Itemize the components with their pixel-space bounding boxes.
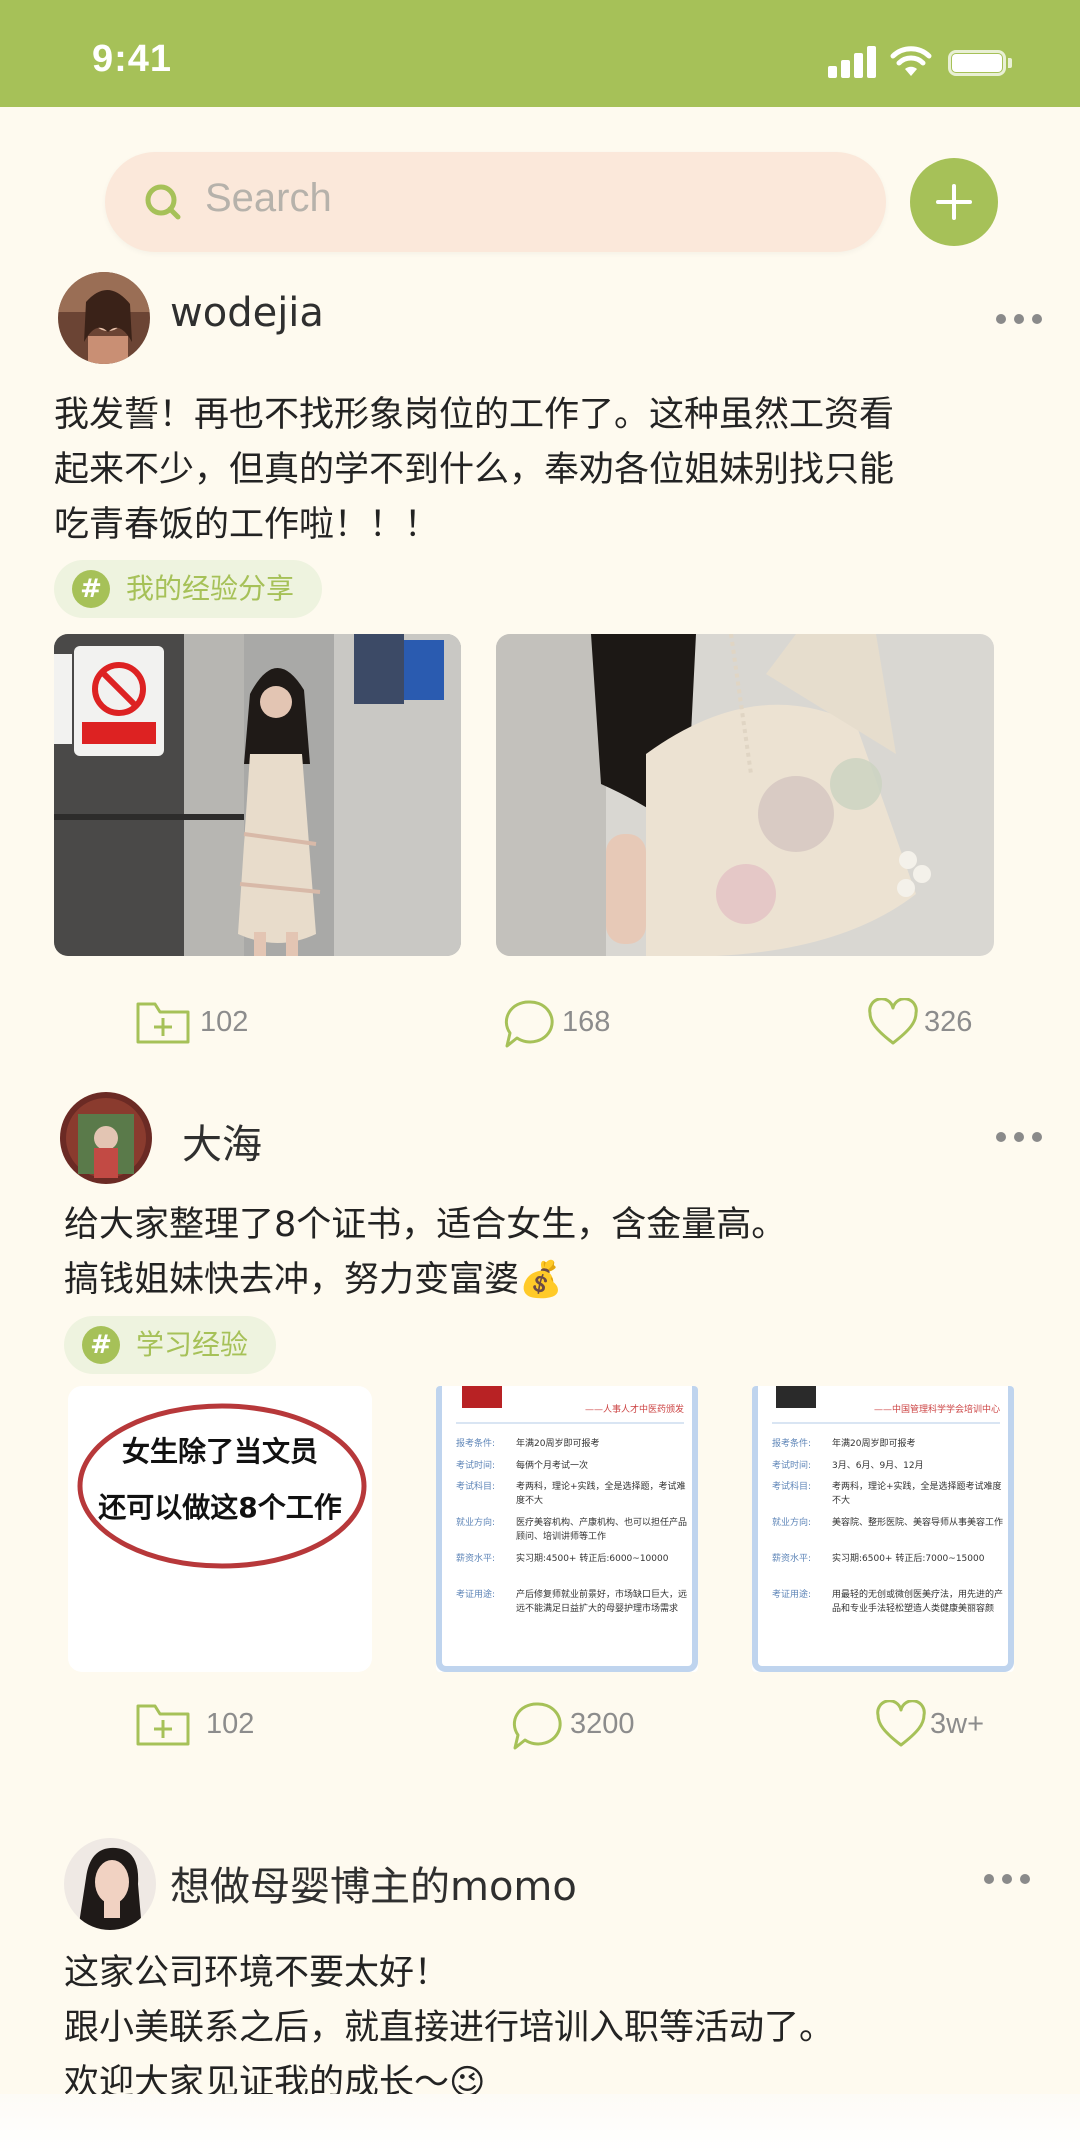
topic-tag[interactable]: # 学习经验 [64, 1316, 277, 1374]
like-button[interactable]: 3w+ [874, 1700, 994, 1750]
doc-header: ——人事人才中医药颁发 [584, 1405, 684, 1415]
comment-icon [504, 1000, 554, 1048]
avatar[interactable] [60, 1092, 152, 1184]
avatar[interactable] [64, 1838, 156, 1930]
post-photo[interactable]: 女生除了当文员 还可以做这8个工作 [68, 1386, 372, 1672]
save-count: 102 [206, 1708, 255, 1740]
hashtag-icon: # [82, 1326, 120, 1364]
post-text: 我发誓！再也不找形象岗位的工作了。这种虽然工资看 起来不少，但真的学不到什么，奉… [54, 395, 895, 545]
doc-row-value: 考两科，理论+实践，全是选择题考试难度不大 [832, 1482, 1002, 1506]
doc-row-label: 考试科目: [772, 1482, 812, 1492]
doc-row-label: 考试科目: [456, 1482, 496, 1492]
signal-icon [828, 46, 880, 78]
search-icon [145, 184, 181, 220]
more-icon[interactable] [996, 314, 1042, 326]
doc-row-label: 薪资水平: [772, 1554, 812, 1564]
post-photo[interactable] [496, 634, 994, 956]
wifi-icon [890, 46, 932, 76]
tag-label: 学习经验 [136, 1328, 249, 1361]
battery-icon [948, 50, 1012, 76]
save-button[interactable]: 102 [134, 998, 264, 1048]
doc-row-label: 考试时间: [456, 1461, 496, 1471]
like-button[interactable]: 326 [866, 998, 986, 1048]
doc-row-label: 薪资水平: [456, 1554, 496, 1564]
username[interactable]: 大海 [182, 1112, 262, 1170]
doc-row-label: 报考条件: [772, 1439, 812, 1449]
post-photo[interactable]: ——人事人才中医药颁发 报考条件: 年满20周岁即可报考 考试时间: 每俩个月考试一… [436, 1386, 698, 1672]
doc-row-value: 每俩个月考试一次 [516, 1461, 589, 1471]
heart-icon [876, 1700, 926, 1747]
doc-row-label: 就业方向: [772, 1518, 812, 1528]
doc-row-value: 用最轻的无创或微创医美疗法，用先进的产品和专业手法轻松塑造人类健康美丽容颜 [832, 1590, 1004, 1614]
post-photo[interactable]: ——中国管理科学学会培训中心 报考条件: 年满20周岁即可报考 考试时间: 3月、6… [752, 1386, 1014, 1672]
doc-row-label: 就业方向: [456, 1518, 496, 1528]
search-placeholder: Search [205, 176, 332, 220]
doc-header: ——中国管理科学学会培训中心 [873, 1405, 1000, 1415]
more-icon[interactable] [996, 1132, 1042, 1144]
post-text: 给大家整理了8个证书，适合女生，含金量高。 搞钱姐妹快去冲，努力变富婆💰 [64, 1205, 787, 1300]
status-bar: 9:41 [0, 0, 1080, 107]
bottom-bar [0, 2094, 1080, 2154]
logo-block [776, 1386, 816, 1408]
doc-row-value: 实习期:4500+ 转正后:6000~10000 [516, 1554, 669, 1564]
heart-icon [868, 998, 918, 1045]
doc-row-value: 年满20周岁即可报考 [832, 1439, 916, 1449]
doc-row-label: 考试时间: [772, 1461, 812, 1471]
doc-row-value: 医疗美容机构、产康机构、也可以担任产品顾问、培训讲师等工作 [516, 1518, 688, 1542]
save-count: 102 [200, 1006, 249, 1038]
topic-tag[interactable]: # 我的经验分享 [54, 560, 323, 618]
username[interactable]: 想做母婴博主的momo [170, 1854, 577, 1912]
comment-button[interactable]: 3200 [510, 1700, 650, 1750]
logo-block [462, 1386, 502, 1408]
hashtag-icon: # [72, 570, 110, 608]
doc-row-value: 实习期:6500+ 转正后:7000~15000 [832, 1554, 985, 1564]
tag-label: 我的经验分享 [126, 572, 295, 605]
like-count: 326 [924, 1006, 973, 1038]
save-button[interactable]: 102 [134, 1700, 264, 1750]
add-post-button[interactable] [910, 158, 998, 246]
folder-add-icon [136, 1002, 190, 1044]
more-icon[interactable] [984, 1874, 1030, 1886]
doc-row-label: 考证用途: [456, 1590, 496, 1600]
search-input[interactable]: Search [105, 152, 886, 252]
like-count: 3w+ [930, 1708, 985, 1740]
comment-count: 3200 [570, 1708, 635, 1740]
doc-row-value: 年满20周岁即可报考 [516, 1439, 600, 1449]
avatar[interactable] [58, 272, 150, 364]
comment-button[interactable]: 168 [502, 998, 622, 1048]
status-time: 9:41 [92, 38, 173, 80]
cover-line: 还可以做这8个工作 [98, 1491, 342, 1524]
comment-count: 168 [562, 1006, 611, 1038]
doc-row-value: 美容院、整形医院、美容导师从事美容工作 [832, 1518, 1004, 1528]
doc-row-value: 产后修复师就业前景好，市场缺口巨大，远远不能满足日益扩大的母婴护理市场需求 [516, 1590, 688, 1614]
username[interactable]: wodejia [170, 290, 324, 336]
doc-row-value: 考两科，理论+实践，全是选择题，考试难度不大 [516, 1482, 686, 1506]
comment-icon [512, 1702, 562, 1750]
doc-row-value: 3月、6月、9月、12月 [832, 1461, 924, 1471]
cover-line: 女生除了当文员 [121, 1435, 318, 1468]
post-text: 这家公司环境不要太好！ 跟小美联系之后，就直接进行培训入职等活动了。 欢迎大家见… [64, 1953, 835, 2103]
doc-rows: 报考条件: 年满20周岁即可报考 考试时间: 3月、6月、9月、12月 考试科目: 考… [772, 1436, 1004, 1638]
doc-row-label: 报考条件: [456, 1439, 496, 1449]
folder-add-icon [136, 1704, 190, 1746]
doc-rows: 报考条件: 年满20周岁即可报考 考试时间: 每俩个月考试一次 考试科目: 考两科，理… [456, 1436, 688, 1638]
post-photo[interactable] [54, 634, 461, 956]
doc-row-label: 考证用途: [772, 1590, 812, 1600]
